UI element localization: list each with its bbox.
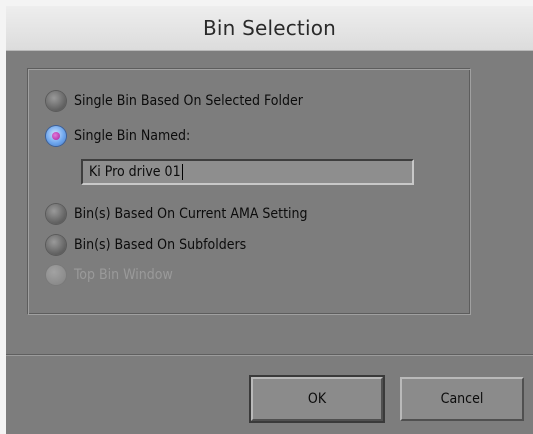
option-label: Single Bin Based On Selected Folder — [74, 93, 303, 109]
radio-button-unselected[interactable] — [46, 204, 66, 224]
radio-button-unselected[interactable] — [46, 91, 66, 111]
option-top-bin-window: Top Bin Window — [46, 263, 173, 287]
radio-selected-dot-icon — [52, 132, 60, 140]
bin-selection-dialog: Bin Selection Single Bin Based On Select… — [0, 0, 533, 434]
option-label: Bin(s) Based On Subfolders — [74, 237, 247, 253]
option-bins-subfolders[interactable]: Bin(s) Based On Subfolders — [46, 233, 246, 257]
dialog-titlebar: Bin Selection — [6, 6, 533, 51]
option-label: Top Bin Window — [74, 267, 173, 283]
option-single-bin-selected-folder[interactable]: Single Bin Based On Selected Folder — [46, 89, 303, 113]
radio-button-unselected[interactable] — [46, 235, 66, 255]
option-bins-current-ama-setting[interactable]: Bin(s) Based On Current AMA Setting — [46, 202, 308, 226]
ok-button[interactable]: OK — [251, 377, 383, 421]
radio-button-disabled — [46, 265, 66, 285]
cancel-button[interactable]: Cancel — [400, 377, 524, 421]
option-label: Bin(s) Based On Current AMA Setting — [74, 206, 308, 222]
dialog-content: Single Bin Based On Selected Folder Sing… — [6, 51, 533, 434]
text-caret — [181, 164, 183, 180]
radio-button-selected[interactable] — [46, 126, 66, 146]
divider — [6, 354, 533, 356]
dialog-title: Bin Selection — [202, 16, 337, 40]
bin-name-value: Ki Pro drive 01 — [89, 164, 181, 180]
bin-name-input[interactable]: Ki Pro drive 01 — [81, 159, 414, 185]
option-single-bin-named[interactable]: Single Bin Named: — [46, 124, 190, 148]
option-label: Single Bin Named: — [74, 128, 191, 144]
bin-options-group: Single Bin Based On Selected Folder Sing… — [27, 68, 471, 315]
